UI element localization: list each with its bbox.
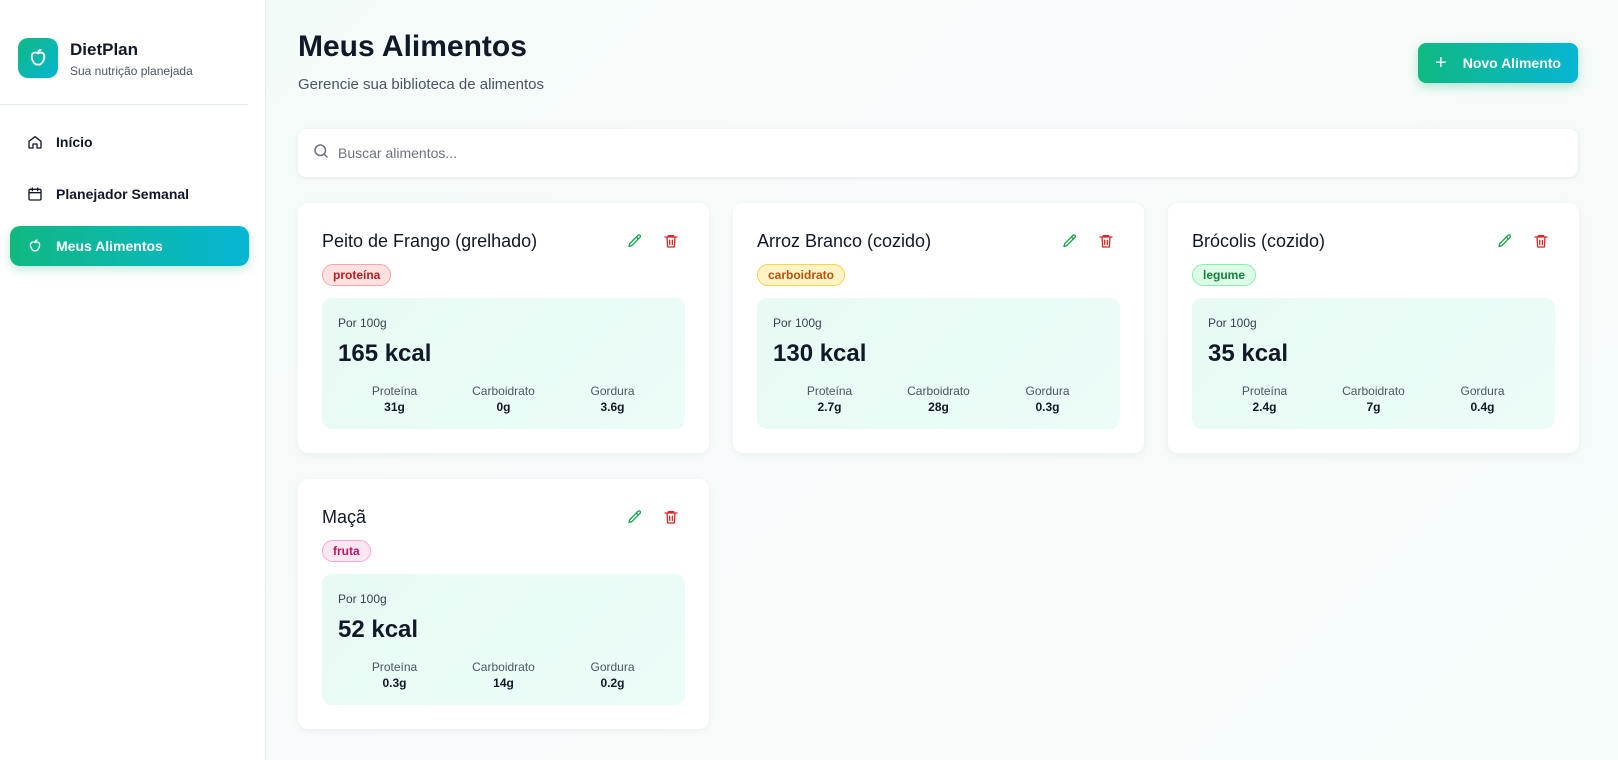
sidebar-divider — [0, 104, 248, 105]
calories: 35 kcal — [1208, 340, 1289, 367]
trash-icon[interactable] — [1096, 231, 1116, 251]
trash-icon[interactable] — [1531, 231, 1551, 251]
macro-label: Carboidrato — [907, 384, 970, 398]
macro-label: Carboidrato — [1342, 384, 1405, 398]
edit-icon[interactable] — [625, 231, 645, 251]
plus-icon: + — [1435, 52, 1447, 74]
search-input[interactable] — [338, 145, 1538, 161]
food-card: Maçã fruta Por 100g 52 kcal Proteína 0.3g… — [298, 479, 709, 729]
macro-value: 0.4g — [1470, 400, 1495, 414]
page-title: Meus Alimentos — [298, 30, 527, 63]
macro-label: Gordura — [590, 384, 635, 398]
nutrition-panel: Por 100g 165 kcal Proteína 31g Carboidrat… — [322, 298, 685, 429]
calories: 52 kcal — [338, 616, 419, 643]
macro-label: Gordura — [1460, 384, 1505, 398]
new-food-button[interactable]: + Novo Alimento — [1418, 43, 1578, 83]
nutrition-panel: Por 100g 130 kcal Proteína 2.7g Carboidra… — [757, 298, 1120, 429]
sidebar-item-label: Meus Alimentos — [56, 238, 163, 254]
new-food-button-label: Novo Alimento — [1462, 55, 1561, 71]
macro-value: 28g — [928, 400, 949, 414]
macro-label: Carboidrato — [472, 660, 535, 674]
nutrition-panel: Por 100g 52 kcal Proteína 0.3g Carboidrat… — [322, 574, 685, 705]
edit-icon[interactable] — [1060, 231, 1080, 251]
page-subtitle: Gerencie sua biblioteca de alimentos — [298, 76, 544, 93]
food-card: Brócolis (cozido) legume Por 100g 35 kca… — [1168, 203, 1579, 453]
food-card: Arroz Branco (cozido) carboidrato Por 10… — [733, 203, 1144, 453]
calories: 165 kcal — [338, 340, 432, 367]
calories: 130 kcal — [773, 340, 867, 367]
macro-label: Gordura — [590, 660, 635, 674]
search-bar — [298, 129, 1578, 177]
serving-size: Por 100g — [773, 316, 822, 330]
macro-value: 0g — [496, 400, 511, 414]
brand[interactable]: DietPlan Sua nutrição planejada — [18, 38, 193, 78]
macro-label: Proteína — [371, 660, 418, 674]
category-badge: fruta — [322, 540, 371, 562]
app-tagline: Sua nutrição planejada — [70, 63, 193, 78]
food-name: Brócolis (cozido) — [1192, 231, 1326, 251]
macro-label: Gordura — [1025, 384, 1070, 398]
calendar-icon — [26, 185, 44, 203]
category-badge: proteína — [322, 264, 392, 286]
food-name: Peito de Frango (grelhado) — [322, 231, 538, 251]
macro-value: 14g — [493, 676, 514, 690]
category-badge: legume — [1192, 264, 1257, 286]
nutrition-panel: Por 100g 35 kcal Proteína 2.4g Carboidrat… — [1192, 298, 1555, 429]
macro-value: 0.3g — [382, 676, 407, 690]
macro-label: Carboidrato — [472, 384, 535, 398]
macro-value: 31g — [384, 400, 405, 414]
sidebar-item-planejador-semanal[interactable]: Planejador Semanal — [10, 174, 249, 214]
apple-icon — [18, 38, 58, 78]
sidebar-item-label: Planejador Semanal — [56, 186, 190, 202]
sidebar-item-meus-alimentos[interactable]: Meus Alimentos — [10, 226, 249, 266]
macro-value: 2.4g — [1252, 400, 1277, 414]
edit-icon[interactable] — [1495, 231, 1515, 251]
serving-size: Por 100g — [338, 316, 387, 330]
serving-size: Por 100g — [338, 592, 387, 606]
edit-icon[interactable] — [625, 507, 645, 527]
sidebar-item-label: Início — [56, 134, 93, 150]
macro-value: 0.3g — [1035, 400, 1060, 414]
macro-label: Proteína — [806, 384, 853, 398]
app-name: DietPlan — [70, 39, 139, 59]
serving-size: Por 100g — [1208, 316, 1257, 330]
macro-label: Proteína — [371, 384, 418, 398]
trash-icon[interactable] — [661, 507, 681, 527]
apple-icon — [26, 237, 44, 255]
food-name: Maçã — [322, 507, 367, 527]
home-icon — [26, 133, 44, 151]
category-badge: carboidrato — [757, 264, 846, 286]
sidebar-nav: Início Planejador Semanal Meus Alimentos — [10, 122, 249, 278]
trash-icon[interactable] — [661, 231, 681, 251]
food-name: Arroz Branco (cozido) — [757, 231, 932, 251]
food-card: Peito de Frango (grelhado) proteína Por … — [298, 203, 709, 453]
macro-value: 0.2g — [600, 676, 625, 690]
macro-value: 7g — [1366, 400, 1381, 414]
macro-value: 2.7g — [817, 400, 842, 414]
macro-label: Proteína — [1241, 384, 1288, 398]
sidebar: DietPlan Sua nutrição planejada Início P… — [0, 0, 266, 760]
search-icon — [312, 142, 330, 165]
sidebar-item-inicio[interactable]: Início — [10, 122, 249, 162]
macro-value: 3.6g — [600, 400, 625, 414]
